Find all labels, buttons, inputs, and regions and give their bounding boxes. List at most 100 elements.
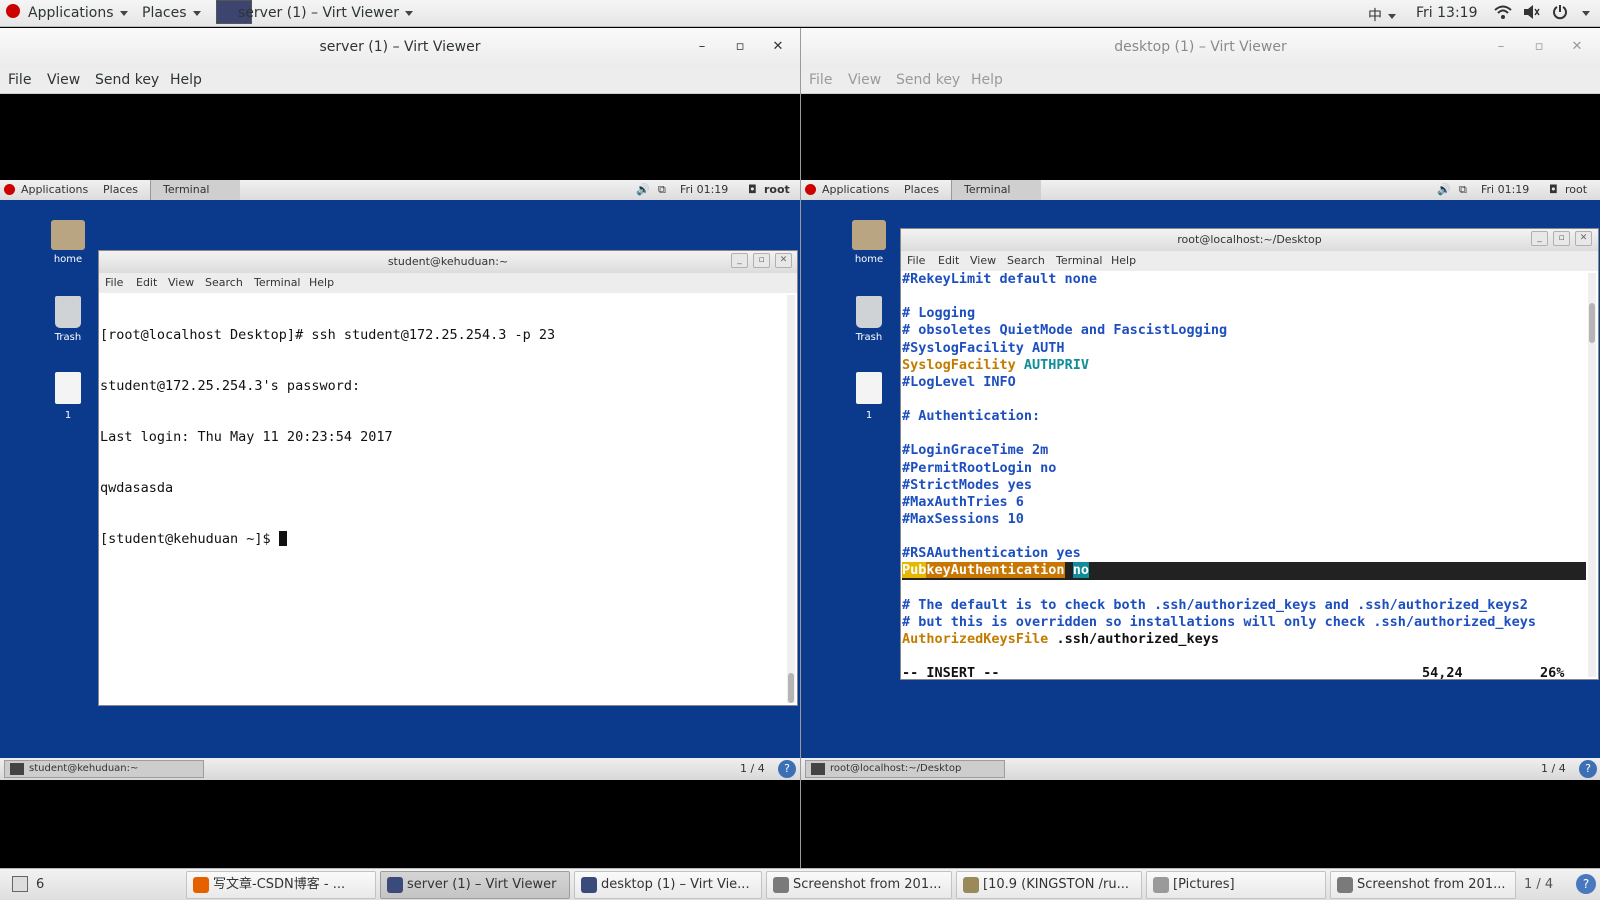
terminal-scrollbar[interactable] — [787, 295, 795, 703]
desktop-icon-home[interactable]: home — [38, 220, 98, 265]
terminal-menu-search[interactable]: Search — [1007, 254, 1045, 267]
scrollbar-thumb[interactable] — [1589, 303, 1595, 343]
terminal-menu-help[interactable]: Help — [309, 276, 334, 289]
minimize-button[interactable]: – — [1491, 28, 1511, 66]
show-desktop-icon[interactable] — [12, 876, 28, 892]
menu-bar: File View Send key Help — [801, 66, 1600, 94]
maximize-button[interactable]: ▫ — [1529, 28, 1549, 66]
workspace-count[interactable]: 6 — [36, 877, 44, 892]
vim-editor[interactable]: #RekeyLimit default none # Logging # obsol… — [901, 271, 1598, 679]
help-icon[interactable]: ? — [778, 760, 796, 778]
terminal-menu-terminal[interactable]: Terminal — [254, 276, 301, 289]
power-icon[interactable] — [1552, 4, 1568, 24]
terminal-menu-terminal[interactable]: Terminal — [1056, 254, 1103, 267]
window-titlebar[interactable]: desktop (1) – Virt Viewer – ▫ ✕ — [801, 28, 1600, 66]
minimize-button[interactable]: – — [692, 28, 712, 66]
clock[interactable]: Fri 13:19 — [1416, 5, 1477, 21]
maximize-button[interactable]: ▫ — [730, 28, 750, 66]
minimize-button[interactable]: _ — [1531, 231, 1548, 246]
places-menu[interactable]: Places — [142, 5, 201, 21]
guest-screen[interactable]: Applications Places Terminal 🔊 ⧉ Fri 01:… — [801, 180, 1600, 780]
taskbar-task-button[interactable]: Screenshot from 201... — [1330, 871, 1516, 899]
menu-help[interactable]: Help — [170, 72, 202, 88]
guest-places-menu[interactable]: Places — [904, 183, 939, 196]
input-method-indicator[interactable]: 中 — [1368, 5, 1396, 25]
taskbar-task-button[interactable]: desktop (1) – Virt Vie... — [574, 871, 762, 899]
desktop-icon-label: home — [53, 254, 83, 265]
taskbar-task-button[interactable]: Screenshot from 201... — [766, 871, 952, 899]
terminal-output[interactable]: [root@localhost Desktop]# ssh student@17… — [99, 293, 797, 705]
desktop-icon-trash[interactable]: Trash — [38, 296, 98, 343]
vim-token: #SyslogFacility AUTH — [902, 339, 1065, 356]
speaker-icon[interactable]: 🔊 — [1437, 183, 1451, 196]
terminal-menu-view[interactable]: View — [970, 254, 996, 267]
guest-user-menu[interactable]: root — [1565, 183, 1587, 196]
menu-help[interactable]: Help — [971, 72, 1003, 88]
guest-applications-menu[interactable]: Applications — [21, 183, 88, 196]
taskbar-task-button[interactable]: [10.9 (KINGSTON /ru... — [956, 871, 1142, 899]
taskbar-task-button[interactable]: [Pictures] — [1146, 871, 1326, 899]
guest-clock[interactable]: Fri 01:19 — [1481, 183, 1529, 196]
close-button[interactable]: ✕ — [1567, 28, 1587, 66]
menu-view[interactable]: View — [47, 72, 80, 88]
window-titlebar[interactable]: server (1) – Virt Viewer – ▫ ✕ — [0, 28, 800, 66]
terminal-menu-help[interactable]: Help — [1111, 254, 1136, 267]
help-icon[interactable]: ? — [1576, 874, 1596, 894]
applications-menu[interactable]: Applications — [28, 5, 128, 21]
vim-token: AuthorizedKeysFile — [902, 630, 1049, 647]
menu-file[interactable]: File — [8, 72, 31, 88]
menu-view[interactable]: View — [848, 72, 881, 88]
terminal-titlebar[interactable]: root@localhost:~/Desktop _ ▫ ✕ — [901, 229, 1598, 251]
terminal-menu-file[interactable]: File — [907, 254, 925, 267]
workspace-indicator[interactable]: 1 / 4 — [740, 762, 765, 775]
close-button[interactable]: ✕ — [775, 253, 792, 268]
taskbar-workspace-indicator[interactable]: 1 / 4 — [1524, 877, 1553, 892]
network-icon[interactable]: ⧉ — [1459, 183, 1467, 197]
network-icon[interactable]: ⧉ — [658, 183, 666, 197]
close-button[interactable]: ✕ — [1575, 231, 1592, 246]
vim-line: # obsoletes QuietMode and FascistLogging — [902, 322, 1598, 339]
guest-screen[interactable]: Applications Places Terminal 🔊 ⧉ Fri 01:… — [0, 180, 800, 780]
vim-line: #MaxSessions 10 — [902, 511, 1598, 528]
guest-terminal-tab[interactable]: Terminal — [951, 180, 1041, 200]
terminal-window[interactable]: root@localhost:~/Desktop _ ▫ ✕ File Edit… — [900, 228, 1599, 680]
volume-muted-icon[interactable] — [1522, 4, 1540, 24]
maximize-button[interactable]: ▫ — [1553, 231, 1570, 246]
terminal-scrollbar[interactable] — [1588, 273, 1596, 677]
close-button[interactable]: ✕ — [768, 28, 788, 66]
terminal-window[interactable]: student@kehuduan:~ _ ▫ ✕ File Edit View … — [98, 250, 798, 706]
chevron-down-icon[interactable] — [1582, 11, 1590, 16]
guest-places-menu[interactable]: Places — [103, 183, 138, 196]
scrollbar-thumb[interactable] — [788, 673, 794, 703]
guest-clock[interactable]: Fri 01:19 — [680, 183, 728, 196]
taskbar-task-button[interactable]: server (1) – Virt Viewer — [380, 871, 570, 899]
menu-send-key[interactable]: Send key — [896, 72, 960, 88]
maximize-button[interactable]: ▫ — [753, 253, 770, 268]
desktop-icon-file[interactable]: 1 — [38, 372, 98, 421]
menu-send-key[interactable]: Send key — [95, 72, 159, 88]
menu-file[interactable]: File — [809, 72, 832, 88]
desktop-icon-trash[interactable]: Trash — [839, 296, 899, 343]
speaker-icon[interactable]: 🔊 — [636, 183, 650, 196]
terminal-menu-edit[interactable]: Edit — [136, 276, 157, 289]
guest-applications-menu[interactable]: Applications — [822, 183, 889, 196]
vim-line — [902, 391, 1598, 408]
taskbar-task-button[interactable]: 写文章-CSDN博客 - ... — [186, 871, 376, 899]
guest-user-menu[interactable]: root — [764, 183, 790, 196]
terminal-menu-file[interactable]: File — [105, 276, 123, 289]
desktop-icon-file[interactable]: 1 — [839, 372, 899, 421]
guest-terminal-tab[interactable]: Terminal — [150, 180, 240, 200]
desktop-icon-home[interactable]: home — [839, 220, 899, 265]
guest-task-button[interactable]: student@kehuduan:~ — [4, 760, 204, 778]
help-icon[interactable]: ? — [1579, 760, 1597, 778]
workspace-indicator[interactable]: 1 / 4 — [1541, 762, 1566, 775]
wifi-icon[interactable] — [1494, 4, 1512, 24]
terminal-menu-edit[interactable]: Edit — [938, 254, 959, 267]
terminal-menu-view[interactable]: View — [168, 276, 194, 289]
terminal-menu-search[interactable]: Search — [205, 276, 243, 289]
guest-task-button[interactable]: root@localhost:~/Desktop — [805, 760, 1005, 778]
taskbar-task-label: server (1) – Virt Viewer — [407, 877, 557, 892]
minimize-button[interactable]: _ — [731, 253, 748, 268]
terminal-titlebar[interactable]: student@kehuduan:~ _ ▫ ✕ — [99, 251, 797, 273]
active-window-menu[interactable]: server (1) – Virt Viewer — [238, 5, 413, 21]
